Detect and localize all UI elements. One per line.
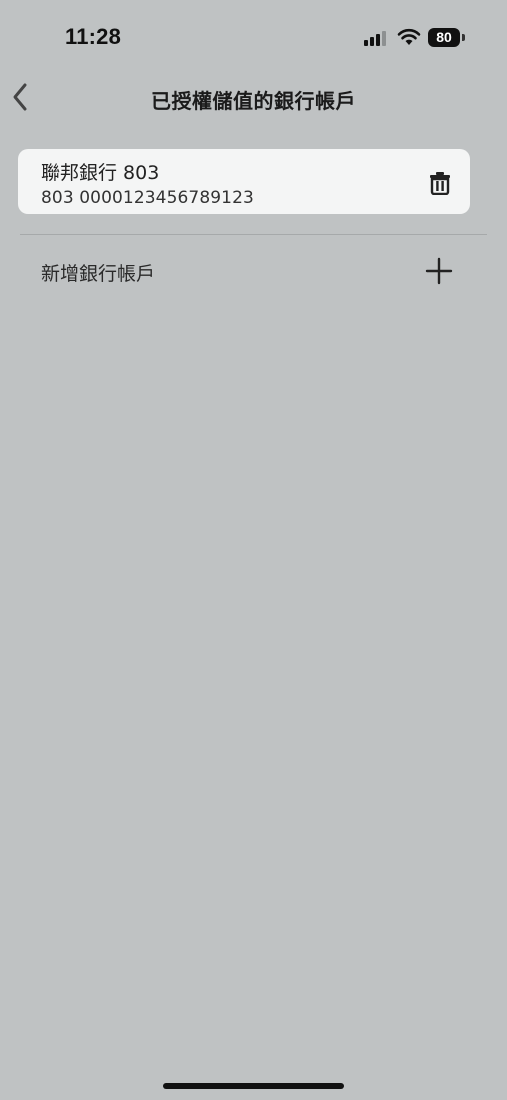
bank-account-card[interactable]: 聯邦銀行 803 803 0000123456789123 xyxy=(18,149,470,214)
home-indicator[interactable] xyxy=(163,1083,344,1089)
battery-cap xyxy=(462,34,465,41)
status-bar: 11:28 80 xyxy=(0,0,507,76)
add-bank-account-label: 新增銀行帳戶 xyxy=(41,263,156,285)
add-bank-account-row[interactable]: 新增銀行帳戶 xyxy=(20,245,487,295)
divider xyxy=(20,234,487,235)
signal-icon xyxy=(364,31,386,46)
battery-icon: 80 xyxy=(428,28,466,47)
trash-icon xyxy=(430,172,450,195)
bank-account-number: 803 0000123456789123 xyxy=(41,188,254,208)
plus-icon[interactable] xyxy=(425,257,453,285)
battery-level: 80 xyxy=(428,28,460,47)
status-time: 11:28 xyxy=(65,24,122,49)
navigation-bar: 已授權儲值的銀行帳戶 xyxy=(0,76,507,120)
bank-account-name: 聯邦銀行 803 xyxy=(41,162,160,184)
page-title: 已授權儲值的銀行帳戶 xyxy=(151,89,356,113)
wifi-icon xyxy=(397,28,421,45)
delete-account-button[interactable] xyxy=(428,170,452,196)
